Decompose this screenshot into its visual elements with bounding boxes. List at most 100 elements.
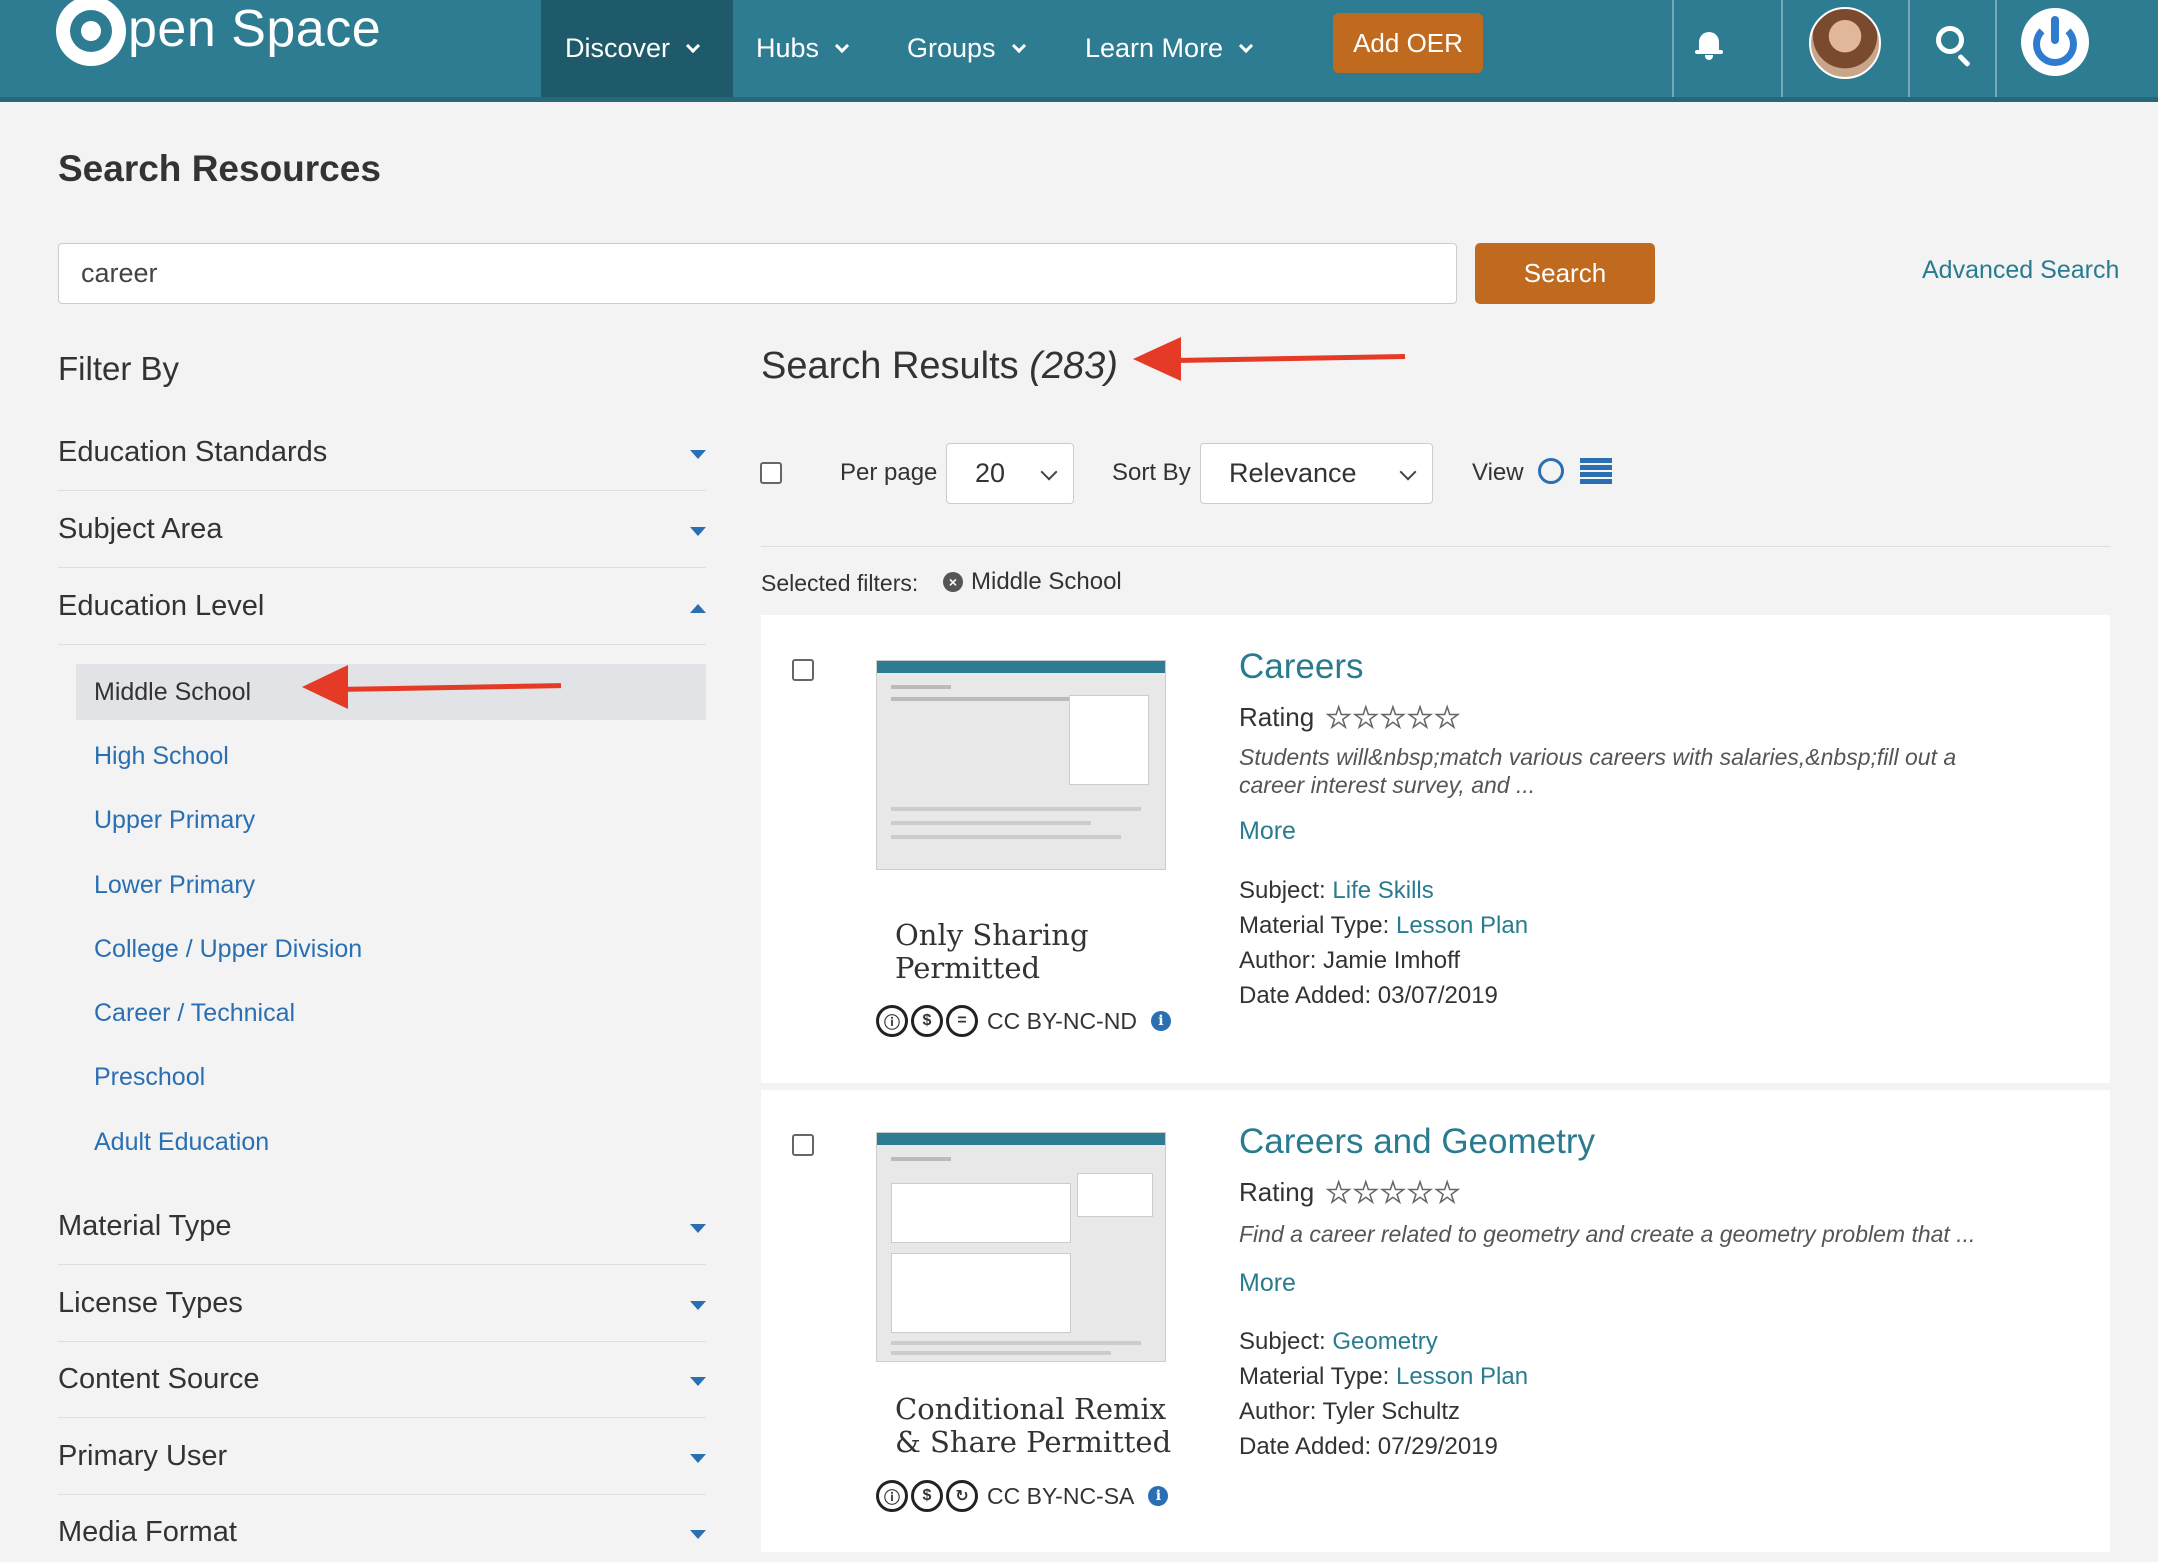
logo-text: pen Space — [128, 0, 382, 58]
search-button[interactable]: Search — [1475, 243, 1655, 304]
cc-sa-icon: ↻ — [946, 1480, 978, 1512]
facet-material-type[interactable]: Material Type — [58, 1188, 706, 1265]
caret-down-icon — [690, 527, 706, 536]
grid-view-icon[interactable] — [1538, 458, 1564, 484]
per-page-value: 20 — [975, 458, 1006, 488]
facet-label: Primary User — [58, 1439, 228, 1472]
caret-down-icon — [690, 450, 706, 459]
level-high-school[interactable]: High School — [94, 742, 229, 771]
add-oer-button[interactable]: Add OER — [1333, 13, 1483, 73]
material-meta: Material Type: Lesson Plan — [1239, 912, 1528, 940]
top-navbar: pen Space Discover Hubs Groups Learn Mor… — [0, 0, 2158, 102]
selected-filter-chip[interactable]: × Middle School — [943, 568, 1122, 596]
nav-divider — [1781, 0, 1783, 97]
result-title-link[interactable]: Careers — [1239, 647, 1363, 687]
material-link[interactable]: Lesson Plan — [1396, 912, 1528, 939]
nav-discover-label: Discover — [565, 33, 671, 63]
select-all-checkbox[interactable] — [760, 462, 782, 484]
level-preschool[interactable]: Preschool — [94, 1063, 205, 1092]
annotation-arrow-head — [302, 665, 348, 709]
more-link[interactable]: More — [1239, 1269, 1296, 1298]
material-label: Material Type: — [1239, 912, 1390, 939]
info-icon[interactable]: i — [1148, 1486, 1169, 1506]
rating: Rating ★★★★★ — [1239, 1176, 1462, 1209]
material-link[interactable]: Lesson Plan — [1396, 1363, 1528, 1390]
chevron-down-icon — [685, 38, 701, 53]
cc-nd-icon: = — [946, 1005, 978, 1037]
facet-media-format[interactable]: Media Format — [58, 1494, 706, 1562]
caret-down-icon — [690, 1530, 706, 1539]
user-avatar[interactable] — [1809, 7, 1881, 79]
result-checkbox[interactable] — [792, 1134, 814, 1156]
more-link[interactable]: More — [1239, 817, 1296, 846]
level-college-upper-division[interactable]: College / Upper Division — [94, 935, 362, 964]
result-title-link[interactable]: Careers and Geometry — [1239, 1122, 1595, 1162]
date-added-meta: Date Added: 07/29/2019 — [1239, 1433, 1498, 1460]
nav-discover[interactable]: Discover — [541, 0, 733, 97]
nav-groups-label: Groups — [907, 33, 996, 63]
subject-meta: Subject: Geometry — [1239, 1328, 1438, 1356]
result-checkbox[interactable] — [792, 659, 814, 681]
level-career-technical[interactable]: Career / Technical — [94, 999, 295, 1028]
sort-by-label: Sort By — [1112, 459, 1191, 486]
cc-by-icon: ⓘ — [876, 1480, 908, 1512]
facet-label: Education Standards — [58, 435, 328, 468]
subject-label: Subject: — [1239, 877, 1326, 904]
facet-license-types[interactable]: License Types — [58, 1265, 706, 1342]
subject-link[interactable]: Geometry — [1332, 1328, 1437, 1355]
results-title-label: Search Results — [761, 345, 1019, 387]
star-rating-icon[interactable]: ★★★★★ — [1325, 701, 1462, 734]
subject-meta: Subject: Life Skills — [1239, 877, 1434, 905]
chevron-down-icon — [1239, 38, 1254, 53]
subject-label: Subject: — [1239, 1328, 1326, 1355]
per-page-label: Per page — [840, 459, 938, 486]
star-rating-icon[interactable]: ★★★★★ — [1325, 1176, 1462, 1209]
bell-icon[interactable] — [1695, 30, 1723, 60]
result-card: Only Sharing Permitted ⓘ $ = CC BY-NC-ND i… — [761, 615, 2110, 1083]
material-meta: Material Type: Lesson Plan — [1239, 1363, 1528, 1391]
sort-by-select[interactable]: Relevance — [1200, 443, 1433, 504]
page-title: Search Resources — [58, 148, 381, 189]
chip-label: Middle School — [971, 568, 1122, 595]
level-upper-primary[interactable]: Upper Primary — [94, 806, 255, 835]
view-label: View — [1472, 459, 1524, 486]
search-input[interactable] — [58, 243, 1457, 304]
date-added-meta: Date Added: 03/07/2019 — [1239, 982, 1498, 1009]
resource-thumbnail[interactable] — [876, 1132, 1166, 1362]
search-icon[interactable] — [1936, 26, 1972, 68]
facet-primary-user[interactable]: Primary User — [58, 1418, 706, 1495]
annotation-arrow — [1174, 353, 1406, 364]
level-lower-primary[interactable]: Lower Primary — [94, 871, 255, 900]
license-code: CC BY-NC-SA — [987, 1482, 1135, 1509]
caret-down-icon — [690, 1454, 706, 1463]
advanced-search-link[interactable]: Advanced Search — [1922, 256, 2119, 285]
author-meta: Author: Tyler Schultz — [1239, 1398, 1460, 1425]
nav-groups[interactable]: Groups — [907, 0, 1026, 97]
facet-education-level[interactable]: Education Level — [58, 568, 706, 645]
info-icon[interactable]: i — [1150, 1011, 1171, 1031]
resource-thumbnail[interactable] — [876, 660, 1166, 870]
license-code: CC BY-NC-ND — [987, 1007, 1137, 1034]
license-badge: ⓘ $ ↻ CC BY-NC-SA i — [876, 1480, 1169, 1512]
selected-filters-label: Selected filters: — [761, 570, 919, 596]
level-adult-education[interactable]: Adult Education — [94, 1128, 269, 1157]
nav-divider — [1672, 0, 1674, 97]
result-description: Find a career related to geometry and cr… — [1239, 1221, 1976, 1247]
level-middle-school-selected[interactable]: Middle School — [76, 664, 706, 720]
remove-filter-icon[interactable]: × — [943, 572, 963, 592]
nav-learn-more[interactable]: Learn More — [1085, 0, 1254, 97]
nav-learn-more-label: Learn More — [1085, 33, 1224, 63]
open-space-logo[interactable]: pen Space — [56, 0, 381, 72]
nav-hubs[interactable]: Hubs — [756, 0, 850, 97]
facet-education-standards[interactable]: Education Standards — [58, 414, 706, 491]
divider — [761, 546, 2110, 547]
caret-down-icon — [690, 1301, 706, 1310]
result-card: Conditional Remix & Share Permitted ⓘ $ ↻ … — [761, 1090, 2110, 1552]
facet-label: Education Level — [58, 589, 265, 622]
power-icon[interactable] — [2021, 8, 2089, 76]
subject-link[interactable]: Life Skills — [1332, 877, 1433, 904]
facet-subject-area[interactable]: Subject Area — [58, 491, 706, 568]
list-view-icon[interactable] — [1580, 458, 1612, 485]
facet-content-source[interactable]: Content Source — [58, 1341, 706, 1418]
per-page-select[interactable]: 20 — [946, 443, 1074, 504]
